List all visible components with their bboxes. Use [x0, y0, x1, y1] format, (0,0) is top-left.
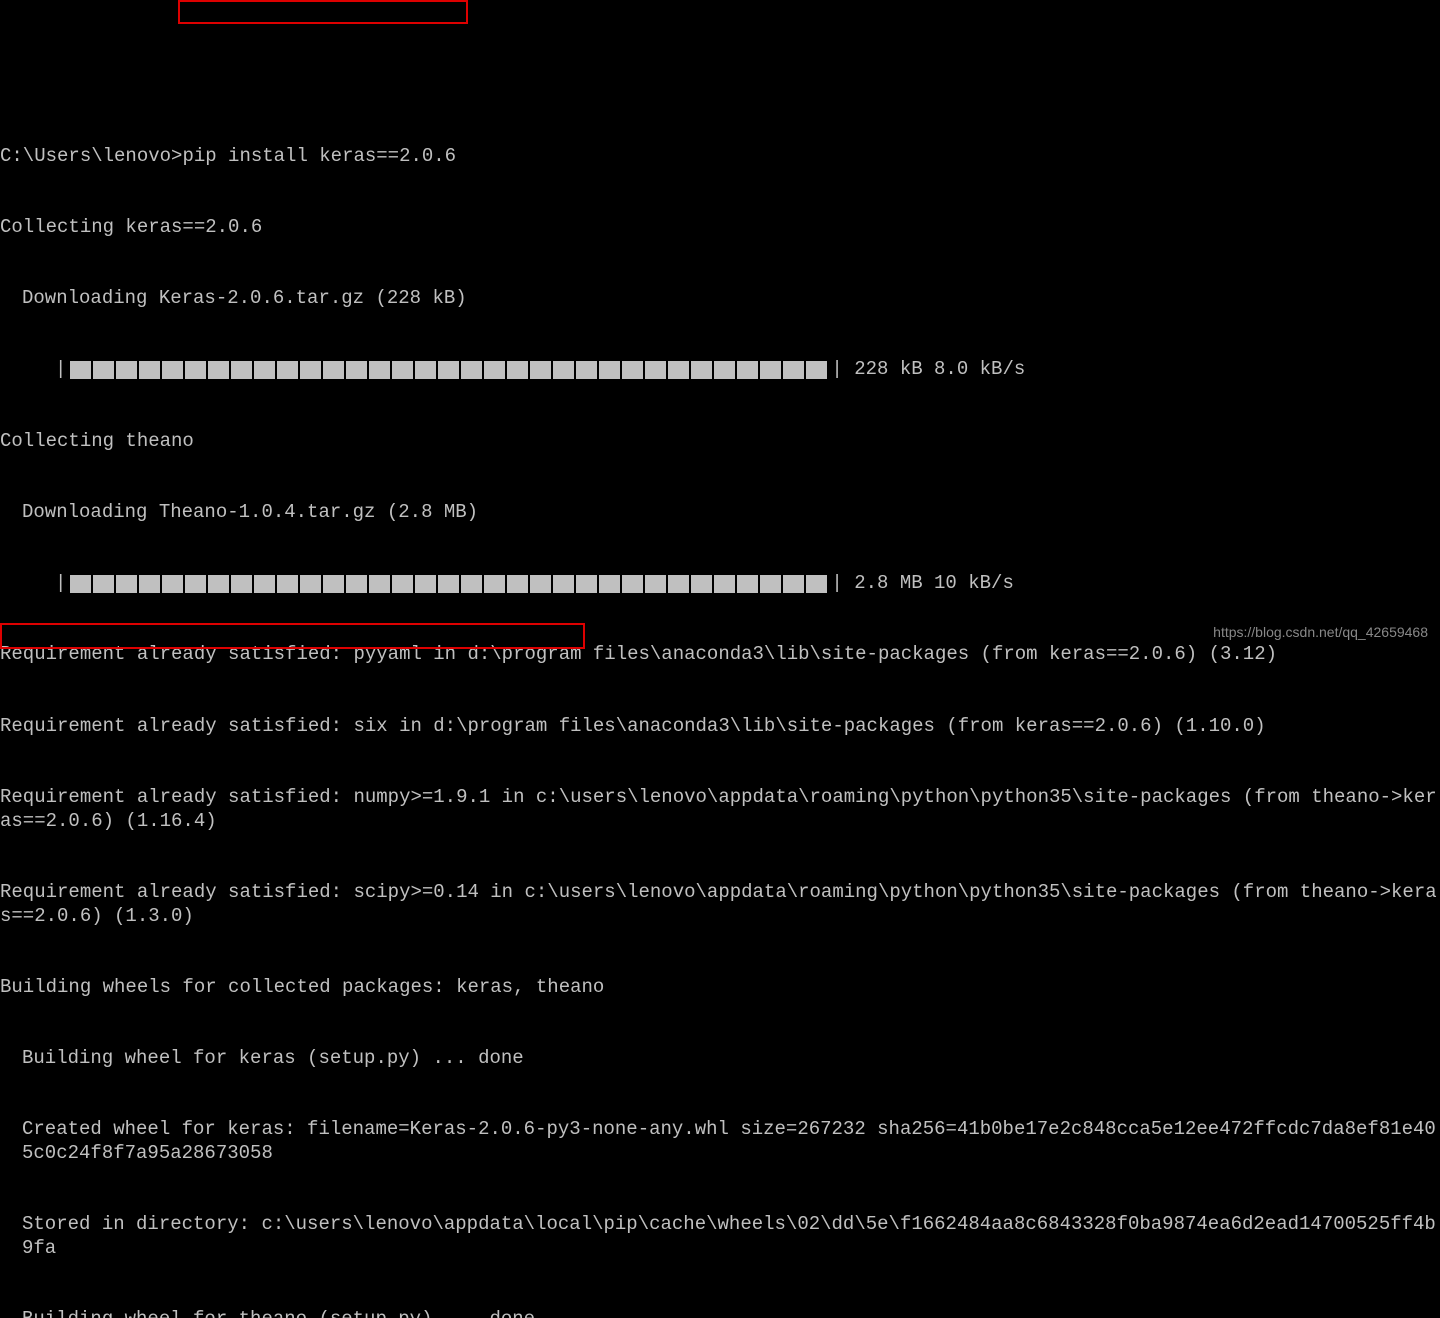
progress-segment [70, 575, 91, 593]
progress-segment [530, 575, 551, 593]
progress-pipe-icon: | [831, 572, 842, 596]
output-line: Collecting keras==2.0.6 [0, 216, 1440, 240]
progress-segment [254, 575, 275, 593]
progress-segment [668, 575, 689, 593]
output-line: Requirement already satisfied: numpy>=1.… [0, 786, 1440, 834]
progress-segment [93, 575, 114, 593]
progress-segment [438, 361, 459, 379]
progress-segment [599, 361, 620, 379]
progress-segment [346, 575, 367, 593]
progress-segment [783, 361, 804, 379]
progress-segment [507, 361, 528, 379]
progress-segment [415, 361, 436, 379]
progress-segment [806, 575, 827, 593]
progress-segment [139, 361, 160, 379]
progress-segment [484, 575, 505, 593]
progress-segment [323, 361, 344, 379]
progress-status: 2.8 MB 10 kB/s [843, 572, 1014, 596]
output-line: Downloading Keras-2.0.6.tar.gz (228 kB) [0, 287, 1440, 311]
output-line: Collecting theano [0, 430, 1440, 454]
progress-segment [300, 575, 321, 593]
progress-segment [116, 575, 137, 593]
progress-segment [392, 575, 413, 593]
progress-segment [645, 575, 666, 593]
progress-segment [415, 575, 436, 593]
progress-segment [553, 361, 574, 379]
progress-pipe-icon: | [55, 358, 66, 382]
progress-segment [162, 575, 183, 593]
progress-segment [369, 575, 390, 593]
highlight-annotation [178, 0, 468, 24]
output-line: Created wheel for keras: filename=Keras-… [0, 1118, 1440, 1166]
progress-segment [760, 575, 781, 593]
progress-segment [277, 575, 298, 593]
progress-segment [737, 361, 758, 379]
command-line[interactable]: C:\Users\lenovo>pip install keras==2.0.6 [0, 145, 1440, 169]
progress-segment [599, 575, 620, 593]
output-line: Requirement already satisfied: six in d:… [0, 715, 1440, 739]
progress-segment [346, 361, 367, 379]
progress-segment [668, 361, 689, 379]
progress-segment [254, 361, 275, 379]
watermark-text: https://blog.csdn.net/qq_42659468 [1213, 624, 1428, 642]
progress-segment [806, 361, 827, 379]
progress-segment [461, 575, 482, 593]
output-line: Building wheel for keras (setup.py) ... … [0, 1047, 1440, 1071]
progress-segment [576, 361, 597, 379]
progress-pipe-icon: | [55, 572, 66, 596]
progress-segment [277, 361, 298, 379]
progress-segment [139, 575, 160, 593]
progress-segment [208, 575, 229, 593]
progress-segment [760, 361, 781, 379]
progress-pipe-icon: | [831, 358, 842, 382]
progress-segment [507, 575, 528, 593]
progress-segment [185, 361, 206, 379]
command-text: pip install keras==2.0.6 [182, 145, 456, 167]
progress-segment [714, 361, 735, 379]
output-line: Building wheels for collected packages: … [0, 976, 1440, 1000]
output-line: Stored in directory: c:\users\lenovo\app… [0, 1213, 1440, 1261]
progress-segment [484, 361, 505, 379]
progress-segment [70, 361, 91, 379]
progress-segment [116, 361, 137, 379]
progress-segment [323, 575, 344, 593]
progress-segment [553, 575, 574, 593]
progress-segment [231, 575, 252, 593]
progress-segment [392, 361, 413, 379]
progress-bar-theano: | | 2.8 MB 10 kB/s [0, 572, 1440, 596]
progress-segment [691, 575, 712, 593]
progress-segment [162, 361, 183, 379]
terminal-output: C:\Users\lenovo>pip install keras==2.0.6… [0, 95, 1440, 1318]
progress-segment [93, 361, 114, 379]
progress-status: 228 kB 8.0 kB/s [843, 358, 1025, 382]
progress-segments [70, 575, 827, 593]
progress-segment [714, 575, 735, 593]
output-line: Requirement already satisfied: scipy>=0.… [0, 881, 1440, 929]
progress-segment [438, 575, 459, 593]
progress-segment [691, 361, 712, 379]
progress-segment [208, 361, 229, 379]
progress-segment [300, 361, 321, 379]
progress-segment [231, 361, 252, 379]
progress-segment [185, 575, 206, 593]
prompt: C:\Users\lenovo> [0, 145, 182, 167]
progress-segment [530, 361, 551, 379]
progress-segments [70, 361, 827, 379]
progress-segment [369, 361, 390, 379]
progress-segment [645, 361, 666, 379]
output-line: Building wheel for theano (setup.py) ...… [0, 1308, 1440, 1318]
output-line: Downloading Theano-1.0.4.tar.gz (2.8 MB) [0, 501, 1440, 525]
progress-segment [622, 361, 643, 379]
progress-segment [783, 575, 804, 593]
progress-segment [622, 575, 643, 593]
progress-segment [737, 575, 758, 593]
progress-segment [576, 575, 597, 593]
progress-segment [461, 361, 482, 379]
progress-bar-keras: | | 228 kB 8.0 kB/s [0, 358, 1440, 382]
output-line: Requirement already satisfied: pyyaml in… [0, 643, 1440, 667]
